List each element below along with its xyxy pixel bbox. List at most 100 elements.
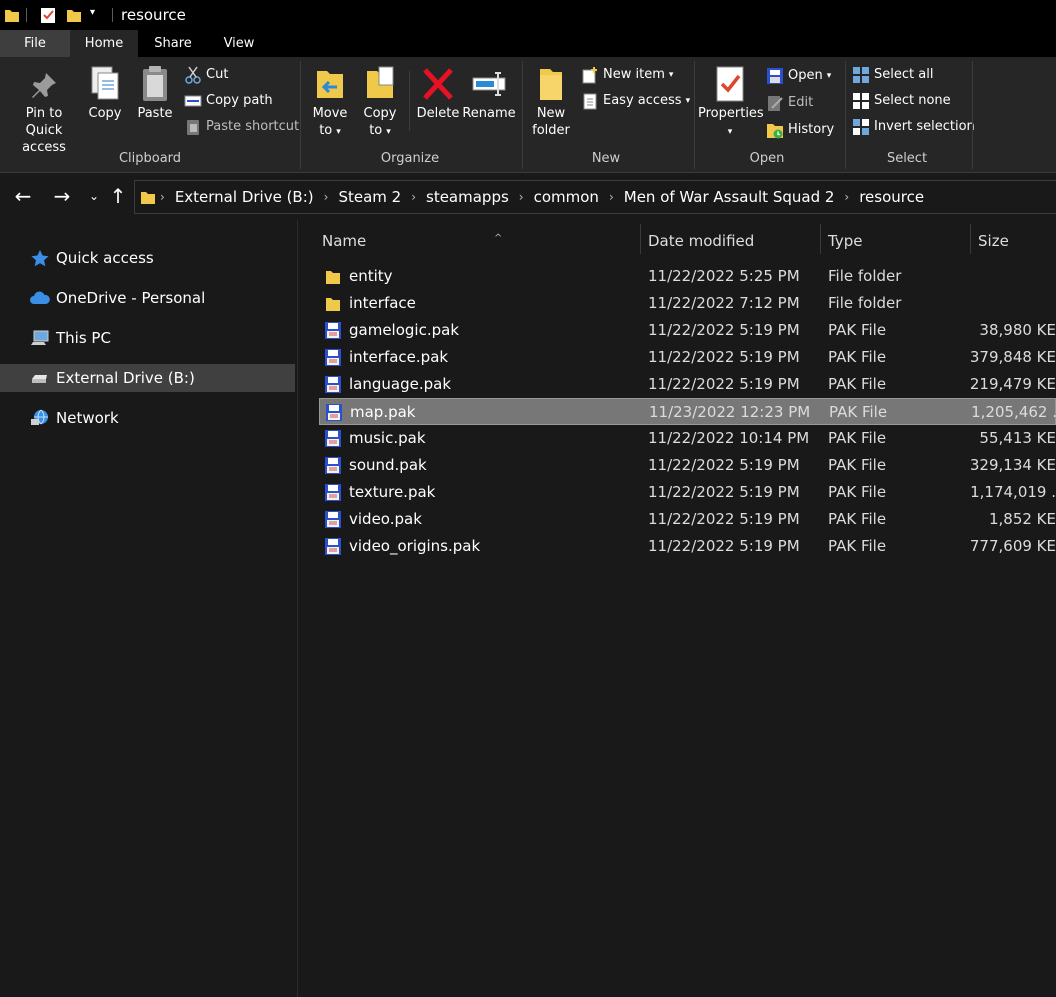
- file-size: 1,174,019 .: [970, 483, 1056, 501]
- select-all-label: Select all: [874, 67, 934, 82]
- pin-to-quick-access-button[interactable]: Pin to Quick access: [6, 69, 82, 156]
- history-button[interactable]: History: [766, 119, 834, 141]
- file-name: video.pak: [349, 510, 422, 528]
- cut-button[interactable]: Cut: [184, 64, 228, 86]
- file-row[interactable]: gamelogic.pak 11/22/2022 5:19 PM PAK File 3…: [319, 317, 1056, 344]
- select-none-button[interactable]: Select none: [852, 90, 951, 112]
- divider: [112, 8, 113, 22]
- invert-selection-label: Invert selection: [874, 119, 975, 134]
- clipboard-group-label: Clipboard: [118, 151, 182, 166]
- back-arrow-icon[interactable]: ←: [11, 184, 35, 208]
- column-header-size[interactable]: Size: [978, 224, 1056, 258]
- sidebar-item-label: This PC: [56, 329, 111, 347]
- file-row[interactable]: interface 11/22/2022 7:12 PM File folder: [319, 290, 1056, 317]
- file-row[interactable]: video.pak 11/22/2022 5:19 PM PAK File 1,852…: [319, 506, 1056, 533]
- pak-file-icon: [325, 457, 341, 474]
- new-folder-icon[interactable]: [66, 6, 82, 24]
- chevron-down-icon: ▾: [826, 71, 832, 81]
- open-label: Open: [788, 68, 823, 83]
- sidebar-item-label: External Drive (B:): [56, 369, 195, 387]
- breadcrumb-resource[interactable]: resource: [853, 188, 930, 206]
- qat-dropdown-icon[interactable]: ▾: [90, 7, 95, 18]
- breadcrumb-chevron-icon[interactable]: ›: [515, 190, 528, 204]
- pak-file-icon: [325, 511, 341, 528]
- recent-locations-chevron-icon[interactable]: ⌄: [82, 184, 106, 208]
- new-item-button[interactable]: New item ▾: [581, 64, 673, 86]
- tab-share[interactable]: Share: [138, 30, 208, 57]
- properties-button[interactable]: Properties ▾: [698, 65, 764, 141]
- rename-label: Rename: [462, 106, 516, 121]
- breadcrumb-common[interactable]: common: [528, 188, 605, 206]
- column-divider[interactable]: [820, 224, 821, 254]
- move-to-button[interactable]: Move to ▾: [310, 65, 350, 141]
- address-bar[interactable]: › External Drive (B:) › Steam 2 › steama…: [134, 180, 1056, 214]
- sort-ascending-icon: ^: [494, 233, 503, 244]
- file-size: 777,609 KE: [969, 537, 1056, 555]
- breadcrumb-chevron-icon[interactable]: ›: [407, 190, 420, 204]
- column-divider[interactable]: [970, 224, 971, 254]
- file-size: [939, 290, 1056, 317]
- easy-access-button[interactable]: Easy access ▾: [581, 90, 690, 112]
- properties-check-icon[interactable]: [40, 6, 56, 24]
- tab-view[interactable]: View: [208, 30, 270, 57]
- forward-arrow-icon[interactable]: →: [50, 184, 74, 208]
- invert-selection-icon: [853, 119, 869, 135]
- file-row[interactable]: music.pak 11/22/2022 10:14 PM PAK File 55,4…: [319, 425, 1056, 452]
- new-folder-label-line2: folder: [532, 123, 570, 138]
- chevron-down-icon: ▾: [336, 127, 341, 137]
- new-item-label: New item: [603, 67, 665, 82]
- pak-file-icon: [325, 538, 341, 555]
- tab-file[interactable]: File: [0, 30, 70, 57]
- sidebar-item-external-drive[interactable]: External Drive (B:): [0, 364, 295, 392]
- file-date-modified: 11/22/2022 5:19 PM: [648, 348, 800, 366]
- edit-button[interactable]: Edit: [766, 92, 813, 114]
- paste-label: Paste: [137, 106, 173, 121]
- sidebar-item-onedrive[interactable]: OneDrive - Personal: [0, 284, 295, 312]
- column-header-type[interactable]: Type: [828, 224, 968, 258]
- copy-path-button[interactable]: Copy path: [184, 90, 273, 112]
- file-row[interactable]: sound.pak 11/22/2022 5:19 PM PAK File 329,1…: [319, 452, 1056, 479]
- up-arrow-icon[interactable]: ↑: [106, 184, 130, 208]
- copy-to-button[interactable]: Copy to ▾: [360, 65, 400, 141]
- pin-icon: [32, 73, 56, 98]
- copy-button[interactable]: Copy: [86, 65, 124, 122]
- breadcrumb-men-of-war[interactable]: Men of War Assault Squad 2: [618, 188, 841, 206]
- column-divider[interactable]: [640, 224, 641, 254]
- file-name: video_origins.pak: [349, 537, 481, 555]
- sidebar-item-quick-access[interactable]: Quick access: [0, 244, 295, 272]
- file-row[interactable]: video_origins.pak 11/22/2022 5:19 PM PAK F…: [319, 533, 1056, 560]
- breadcrumb-chevron-icon[interactable]: ›: [156, 190, 169, 204]
- breadcrumb-chevron-icon[interactable]: ›: [840, 190, 853, 204]
- tab-home[interactable]: Home: [70, 30, 138, 57]
- open-button[interactable]: Open ▾: [766, 65, 831, 87]
- invert-selection-button[interactable]: Invert selection: [852, 116, 975, 138]
- column-header-name[interactable]: Name ^: [322, 224, 638, 258]
- folder-icon: [5, 10, 19, 22]
- delete-button[interactable]: Delete: [416, 65, 460, 122]
- file-row[interactable]: entity 11/22/2022 5:25 PM File folder: [319, 263, 1056, 290]
- delete-label: Delete: [416, 106, 460, 121]
- select-all-button[interactable]: Select all: [852, 64, 933, 86]
- column-header-date-modified[interactable]: Date modified: [648, 224, 818, 258]
- paste-button[interactable]: Paste: [134, 65, 176, 122]
- breadcrumb-chevron-icon[interactable]: ›: [320, 190, 333, 204]
- rename-button[interactable]: Rename: [462, 65, 516, 122]
- pak-file-icon: [326, 404, 342, 421]
- file-row[interactable]: language.pak 11/22/2022 5:19 PM PAK File 21…: [319, 371, 1056, 398]
- select-none-icon: [853, 93, 869, 109]
- file-row[interactable]: texture.pak 11/22/2022 5:19 PM PAK File 1,1…: [319, 479, 1056, 506]
- file-row[interactable]: map.pak 11/23/2022 12:23 PM PAK File 1,205,…: [319, 398, 1056, 425]
- sidebar-item-network[interactable]: Network: [0, 404, 295, 432]
- breadcrumb-steam-2[interactable]: Steam 2: [332, 188, 407, 206]
- breadcrumb-external-drive[interactable]: External Drive (B:): [169, 188, 320, 206]
- new-folder-icon: [540, 69, 562, 100]
- sidebar-item-this-pc[interactable]: This PC: [0, 324, 295, 352]
- breadcrumb-chevron-icon[interactable]: ›: [605, 190, 618, 204]
- breadcrumb-steamapps[interactable]: steamapps: [420, 188, 515, 206]
- file-size: 55,413 KE: [979, 429, 1056, 447]
- file-row[interactable]: interface.pak 11/22/2022 5:19 PM PAK File 3…: [319, 344, 1056, 371]
- paste-shortcut-button[interactable]: Paste shortcut: [184, 116, 299, 138]
- file-date-modified: 11/22/2022 5:19 PM: [648, 375, 800, 393]
- file-name: gamelogic.pak: [349, 321, 460, 339]
- new-folder-button[interactable]: New folder: [528, 65, 574, 139]
